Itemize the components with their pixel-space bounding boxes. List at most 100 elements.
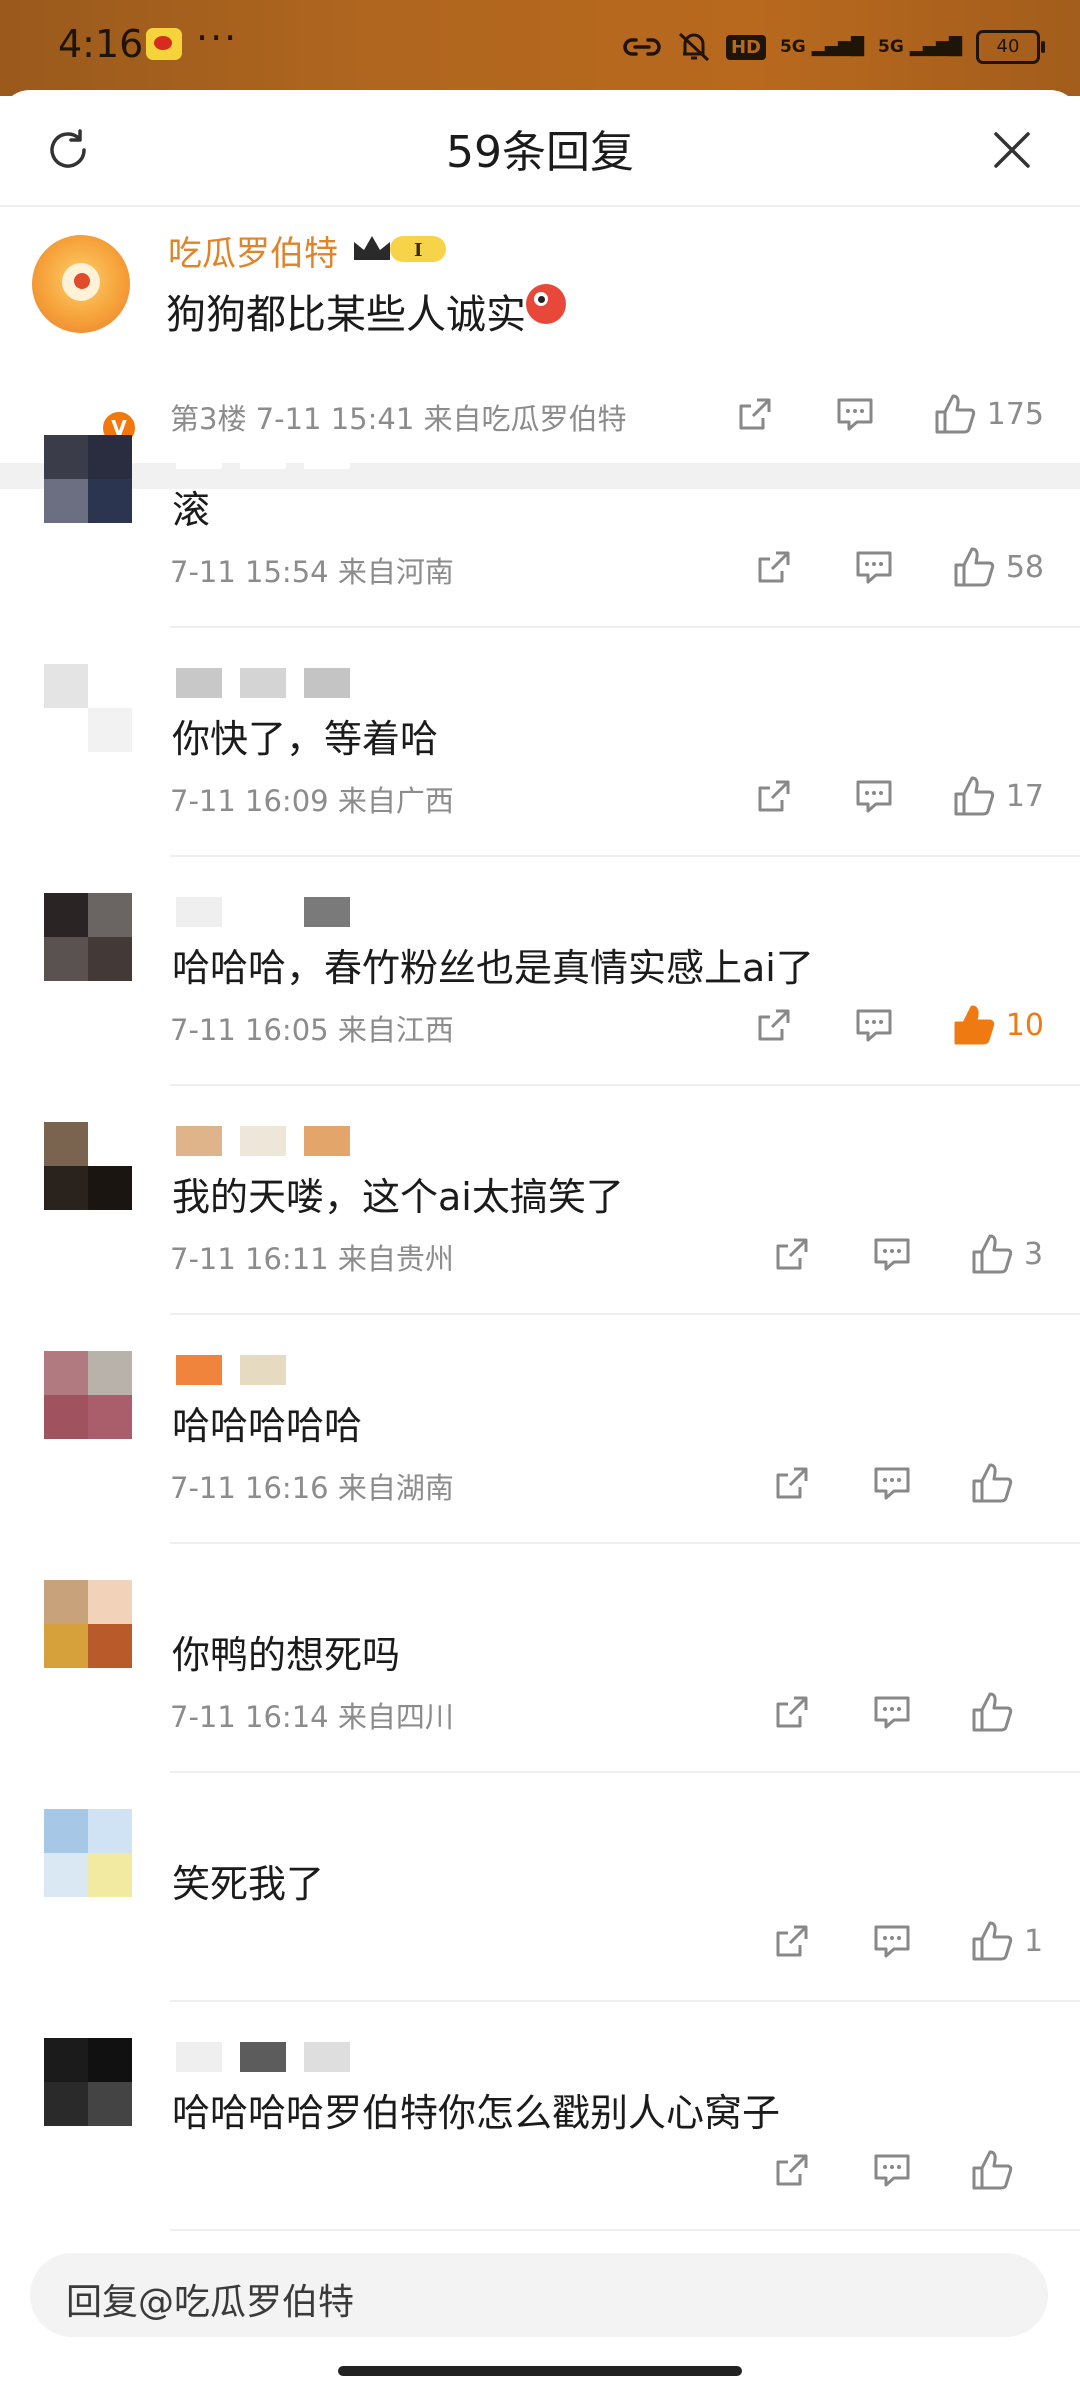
avatar[interactable] (44, 1351, 132, 1439)
like-count: 1 (1024, 1923, 1044, 1959)
status-indicators: HD 5G ▂▄▆█ 5G ▂▄▆█ 40 (622, 22, 1045, 72)
like-count: 58 (1005, 549, 1044, 585)
avatar[interactable] (44, 1122, 132, 1210)
comment-icon[interactable] (870, 2148, 914, 2192)
avatar[interactable] (44, 893, 132, 981)
reply-author-name[interactable] (176, 1355, 350, 1389)
reply-actions: 17 (696, 774, 1044, 818)
reply-actions: 58 (696, 545, 1044, 589)
reply-meta: 7-11 16:11 来自贵州 (170, 1242, 454, 1276)
avatar[interactable] (44, 435, 132, 523)
comment-author-name[interactable]: 吃瓜罗伯特 (168, 226, 338, 275)
comment-icon[interactable] (870, 1919, 914, 1963)
signal-5g-icon: 5G ▂▄▆█ (779, 37, 864, 57)
reply-item: 我的天喽，这个ai太搞笑了 7-11 16:11 来自贵州 3 (0, 1086, 1080, 1315)
thumbs-up-icon (972, 2150, 1013, 2190)
status-bar: 4:16 ··· HD 5G ▂▄▆█ 5G ▂▄▆█ 40 (0, 0, 1080, 96)
battery-icon: 40 (976, 30, 1045, 64)
comment-icon[interactable] (852, 545, 896, 589)
share-icon[interactable] (752, 774, 796, 818)
reply-author-name[interactable] (176, 668, 350, 702)
signal-5g-icon-2: 5G ▂▄▆█ (877, 37, 962, 57)
reply-input[interactable]: 回复@吃瓜罗伯特 (30, 2253, 1048, 2337)
like-button[interactable]: 17 (952, 774, 1044, 818)
avatar[interactable] (32, 235, 130, 333)
avatar[interactable] (44, 1809, 132, 1897)
share-icon[interactable] (770, 1461, 814, 1505)
reply-meta: 7-11 16:09 来自广西 (170, 784, 454, 818)
like-count: 3 (1024, 1236, 1044, 1272)
thumbs-up-icon (954, 547, 994, 587)
reply-meta: 7-11 16:14 来自四川 (170, 1700, 454, 1734)
emoji-icon (526, 284, 566, 324)
like-count: 17 (1005, 778, 1044, 814)
reply-author-name[interactable] (176, 2042, 350, 2076)
thumbs-up-icon (972, 1463, 1013, 1503)
reply-text: 我的天喽，这个ai太搞笑了 (172, 1175, 624, 1219)
share-icon[interactable] (770, 1919, 814, 1963)
reply-actions (714, 1461, 1044, 1505)
like-button[interactable]: 3 (970, 1232, 1044, 1276)
thumbs-up-icon (972, 1692, 1013, 1732)
reply-meta: 7-11 15:54 来自河南 (170, 555, 454, 589)
reply-item: 哈哈哈，春竹粉丝也是真情实感上ai了 7-11 16:05 来自江西 10 (0, 857, 1080, 1086)
reply-actions: 3 (714, 1232, 1044, 1276)
share-icon[interactable] (770, 2148, 814, 2192)
reply-text: 哈哈哈哈罗伯特你怎么戳别人心窝子 (172, 2091, 781, 2135)
home-indicator (338, 2366, 742, 2376)
comment-icon[interactable] (870, 1461, 914, 1505)
reply-item: 你快了，等着哈 7-11 16:09 来自广西 17 (0, 628, 1080, 857)
like-button[interactable]: 10 (952, 1003, 1044, 1047)
reply-item: 滚 7-11 15:54 来自河南 58 (0, 399, 1080, 628)
weibo-app-icon (146, 28, 182, 60)
share-icon[interactable] (752, 1003, 796, 1047)
like-button[interactable]: 1 (970, 1919, 1044, 1963)
reply-item: 你鸭的想死吗 7-11 16:14 来自四川 (0, 1544, 1080, 1773)
reply-text: 你鸭的想死吗 (172, 1633, 401, 1677)
status-more-icon: ··· (196, 16, 239, 60)
like-button[interactable] (970, 1461, 1044, 1505)
thumbs-up-icon (972, 1234, 1013, 1274)
svg-text:I: I (414, 240, 422, 261)
like-button[interactable]: 58 (952, 545, 1044, 589)
share-icon[interactable] (770, 1232, 814, 1276)
reply-actions: 10 (696, 1003, 1044, 1047)
reply-author-name[interactable] (176, 1813, 350, 1847)
share-icon[interactable] (770, 1690, 814, 1734)
crown-badge-icon: I (354, 236, 446, 262)
thumbs-up-icon (954, 776, 994, 816)
reply-meta: 7-11 16:05 来自江西 (170, 1013, 454, 1047)
reply-actions (714, 1690, 1044, 1734)
reply-text: 滚 (172, 488, 211, 532)
reply-actions: 1 (714, 1919, 1044, 1963)
page-title: 59条回复 (446, 127, 634, 178)
reply-text: 哈哈哈哈哈 (172, 1404, 363, 1448)
reply-author-name[interactable] (176, 1126, 350, 1160)
avatar[interactable] (44, 2038, 132, 2126)
comment-text: 狗狗都比某些人诚实 (166, 292, 526, 338)
reply-text: 哈哈哈，春竹粉丝也是真情实感上ai了 (172, 946, 814, 990)
reply-item: 笑死我了 1 (0, 1773, 1080, 2002)
comment-icon[interactable] (870, 1690, 914, 1734)
thumbs-up-icon (954, 1005, 994, 1045)
reply-meta: 7-11 16:16 来自湖南 (170, 1471, 454, 1505)
like-button[interactable] (970, 2148, 1044, 2192)
comment-icon[interactable] (852, 774, 896, 818)
reply-actions (714, 2148, 1044, 2192)
replies-sheet: 59条回复 V 吃瓜罗伯特 I 狗狗都比某些人诚实 第3楼 7-11 15:41… (0, 90, 1080, 2400)
comment-icon[interactable] (852, 1003, 896, 1047)
like-button[interactable] (970, 1690, 1044, 1734)
row-divider (170, 2229, 1080, 2231)
reply-item: 哈哈哈哈罗伯特你怎么戳别人心窝子 (0, 2002, 1080, 2231)
reply-text: 笑死我了 (172, 1862, 325, 1906)
like-count: 10 (1005, 1007, 1044, 1043)
comment-icon[interactable] (870, 1232, 914, 1276)
share-icon[interactable] (752, 545, 796, 589)
mute-icon (678, 32, 709, 62)
reply-author-name[interactable] (176, 439, 350, 473)
avatar[interactable] (44, 664, 132, 752)
reply-author-name[interactable] (176, 1584, 350, 1618)
close-icon[interactable] (988, 126, 1036, 174)
avatar[interactable] (44, 1580, 132, 1668)
reply-author-name[interactable] (176, 897, 350, 931)
